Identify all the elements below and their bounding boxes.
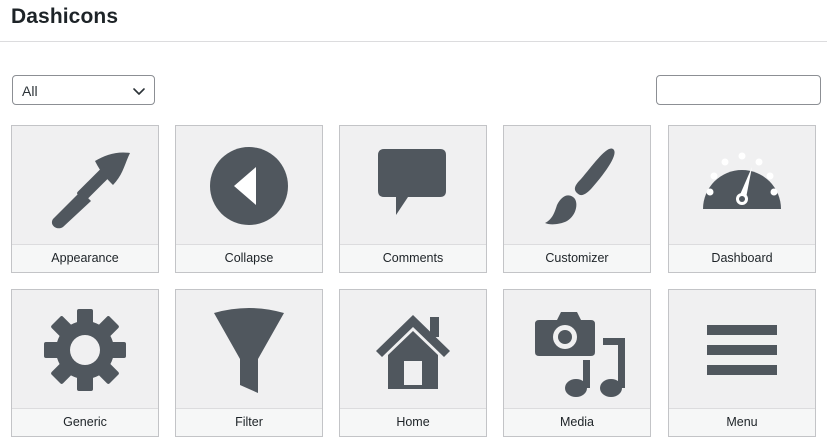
category-select[interactable]: All — [12, 75, 155, 105]
icon-card-label: Media — [504, 408, 650, 436]
icon-card-collapse[interactable]: Collapse — [175, 125, 323, 273]
filter-bar: All — [0, 42, 827, 124]
home-icon — [376, 314, 450, 389]
customizer-brush-icon — [545, 147, 615, 224]
appearance-brush-icon — [51, 151, 130, 228]
search-input[interactable] — [656, 75, 821, 105]
icon-card-label: Collapse — [176, 244, 322, 272]
dashboard-gauge-icon — [703, 152, 781, 209]
page-header: Dashicons — [0, 0, 827, 42]
chevron-down-icon — [133, 88, 145, 95]
icon-card-label: Comments — [340, 244, 486, 272]
icon-card-menu[interactable]: Menu — [668, 289, 816, 437]
icon-card-generic[interactable]: Generic — [11, 289, 159, 437]
comments-icon — [378, 148, 446, 215]
icon-card-customizer[interactable]: Customizer — [503, 125, 651, 273]
icon-card-label: Generic — [12, 408, 158, 436]
icon-card-label: Customizer — [504, 244, 650, 272]
category-select-value: All — [22, 83, 38, 99]
icon-card-dashboard[interactable]: Dashboard — [668, 125, 816, 273]
collapse-icon — [210, 146, 288, 225]
media-icon — [535, 311, 625, 397]
filter-funnel-icon — [214, 307, 284, 393]
icon-card-label: Menu — [669, 408, 815, 436]
icon-card-home[interactable]: Home — [339, 289, 487, 437]
icon-card-label: Dashboard — [669, 244, 815, 272]
icon-card-comments[interactable]: Comments — [339, 125, 487, 273]
icon-card-filter[interactable]: Filter — [175, 289, 323, 437]
icon-card-label: Filter — [176, 408, 322, 436]
icon-card-label: Appearance — [12, 244, 158, 272]
gear-icon — [44, 308, 126, 391]
menu-icon — [707, 324, 777, 375]
icon-card-label: Home — [340, 408, 486, 436]
icon-card-media[interactable]: Media — [503, 289, 651, 437]
page-title: Dashicons — [11, 5, 119, 28]
icon-card-appearance[interactable]: Appearance — [11, 125, 159, 273]
